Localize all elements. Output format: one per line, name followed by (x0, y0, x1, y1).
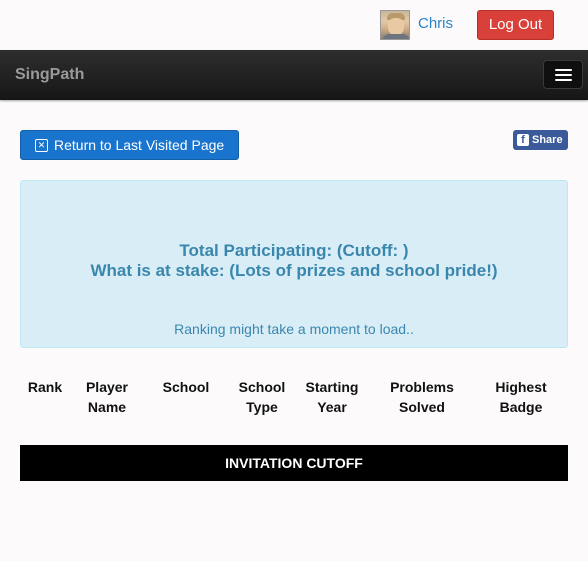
hamburger-icon (555, 74, 572, 76)
column-header-player-name[interactable]: Player Name (74, 377, 140, 417)
column-header-line: Highest (495, 379, 547, 395)
column-header-starting-year[interactable]: Starting Year (298, 377, 366, 417)
return-icon: ✕ (35, 139, 48, 152)
column-header-line: School (238, 379, 286, 395)
column-header-line: Solved (399, 399, 445, 415)
return-to-last-page-button[interactable]: ✕ Return to Last Visited Page (20, 130, 239, 160)
column-header-line: Type (246, 399, 278, 415)
navbar: SingPath (0, 50, 588, 100)
avatar-shirt (383, 34, 409, 39)
column-header-line: Badge (499, 399, 543, 415)
top-user-bar: Chris Log Out (0, 0, 588, 50)
column-header-line: Problems (390, 379, 454, 395)
column-header-line: School (162, 379, 210, 395)
share-label: Share (532, 134, 563, 146)
column-header-line: Year (317, 399, 347, 415)
avatar[interactable] (380, 10, 410, 40)
username-link[interactable]: Chris (418, 15, 453, 32)
total-participating-text: Total Participating: (Cutoff: ) (179, 241, 409, 260)
tournament-info-panel: Total Participating: (Cutoff: ) What is … (20, 180, 568, 348)
menu-toggle-button[interactable] (543, 60, 583, 89)
facebook-icon: f (517, 134, 529, 146)
invitation-cutoff-row: INVITATION CUTOFF (20, 445, 568, 481)
column-header-problems-solved[interactable]: Problems Solved (380, 377, 464, 417)
column-header-school[interactable]: School (152, 377, 220, 397)
avatar-face (388, 18, 404, 35)
column-header-school-type[interactable]: School Type (230, 377, 294, 417)
column-header-line: Player (85, 379, 129, 395)
facebook-share-button[interactable]: f Share (513, 130, 568, 150)
loading-text: Ranking might take a moment to load.. (174, 321, 414, 337)
column-header-highest-badge[interactable]: Highest Badge (486, 377, 556, 417)
brand-logo[interactable]: SingPath (15, 66, 84, 84)
logout-button[interactable]: Log Out (477, 10, 554, 40)
column-header-line: Starting (305, 379, 359, 395)
stake-text: What is at stake: (Lots of prizes and sc… (90, 261, 498, 280)
column-header-rank[interactable]: Rank (20, 377, 70, 397)
return-button-label: Return to Last Visited Page (54, 137, 225, 153)
column-header-line: Name (87, 399, 127, 415)
hamburger-icon (555, 69, 572, 71)
hamburger-icon (555, 79, 572, 81)
column-header-line: Rank (27, 379, 63, 395)
